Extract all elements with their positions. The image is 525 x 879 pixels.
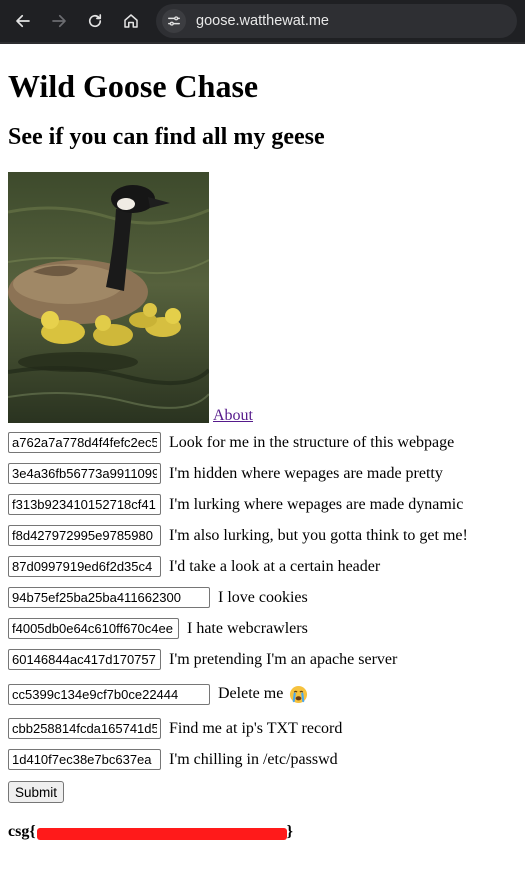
goose-input-11[interactable] [8, 749, 161, 770]
goose-input-8[interactable] [8, 649, 161, 670]
goose-label-3: I'm lurking where wepages are made dynam… [169, 495, 464, 513]
goose-input-4[interactable] [8, 525, 161, 546]
goose-row: I'm hidden where wepages are made pretty [8, 458, 517, 489]
forward-icon[interactable] [44, 6, 74, 36]
address-bar[interactable]: goose.watthewat.me [156, 4, 517, 38]
goose-label-6: I love cookies [218, 588, 308, 606]
goose-row: I'm pretending I'm an apache server [8, 644, 517, 675]
goose-row: I love cookies [8, 582, 517, 613]
goose-row: Find me at ip's TXT record [8, 713, 517, 744]
page-body: Wild Goose Chase See if you can find all… [0, 68, 525, 841]
goose-label-7: I hate webcrawlers [187, 619, 308, 637]
goose-label-2: I'm hidden where wepages are made pretty [169, 464, 443, 482]
goose-row: I hate webcrawlers [8, 613, 517, 644]
goose-input-7[interactable] [8, 618, 179, 639]
goose-row: I'm chilling in /etc/passwd [8, 744, 517, 775]
flag-output: csg{ } [8, 823, 517, 841]
goose-label-8: I'm pretending I'm an apache server [169, 650, 398, 668]
image-row: About [8, 170, 517, 424]
page-title: Wild Goose Chase [8, 68, 259, 104]
goose-label-1: Look for me in the structure of this web… [169, 433, 455, 451]
goose-input-6[interactable] [8, 587, 210, 608]
flag-prefix: csg{ [8, 823, 36, 840]
goose-label-9: Delete me [218, 685, 284, 702]
goose-label-11: I'm chilling in /etc/passwd [169, 750, 338, 768]
goose-input-3[interactable] [8, 494, 161, 515]
page-subtitle: See if you can find all my geese [8, 124, 325, 150]
site-info-icon[interactable] [162, 9, 186, 33]
goose-input-1[interactable] [8, 432, 161, 453]
flag-suffix: } [286, 823, 293, 840]
crying-face-icon [290, 685, 308, 703]
goose-label-4: I'm also lurking, but you gotta think to… [169, 526, 468, 544]
goose-form: Look for me in the structure of this web… [8, 427, 517, 775]
about-link[interactable]: About [213, 408, 253, 424]
goose-image [8, 172, 209, 423]
goose-label-5: I'd take a look at a certain header [169, 557, 381, 575]
browser-toolbar: goose.watthewat.me [0, 0, 525, 44]
goose-input-9[interactable] [8, 683, 210, 705]
home-icon[interactable] [116, 6, 146, 36]
goose-row: I'd take a look at a certain header [8, 551, 517, 582]
goose-input-2[interactable] [8, 463, 161, 484]
redaction-bar [36, 828, 287, 840]
url-text: goose.watthewat.me [196, 13, 329, 29]
goose-row: Delete me [8, 675, 517, 713]
goose-row: Look for me in the structure of this web… [8, 427, 517, 458]
submit-button[interactable]: Submit [8, 781, 65, 803]
goose-label-10: Find me at ip's TXT record [169, 719, 343, 737]
goose-row: I'm lurking where wepages are made dynam… [8, 489, 517, 520]
goose-input-5[interactable] [8, 556, 161, 577]
reload-icon[interactable] [80, 6, 110, 36]
goose-input-10[interactable] [8, 718, 161, 739]
back-icon[interactable] [8, 6, 38, 36]
goose-row: I'm also lurking, but you gotta think to… [8, 520, 517, 551]
